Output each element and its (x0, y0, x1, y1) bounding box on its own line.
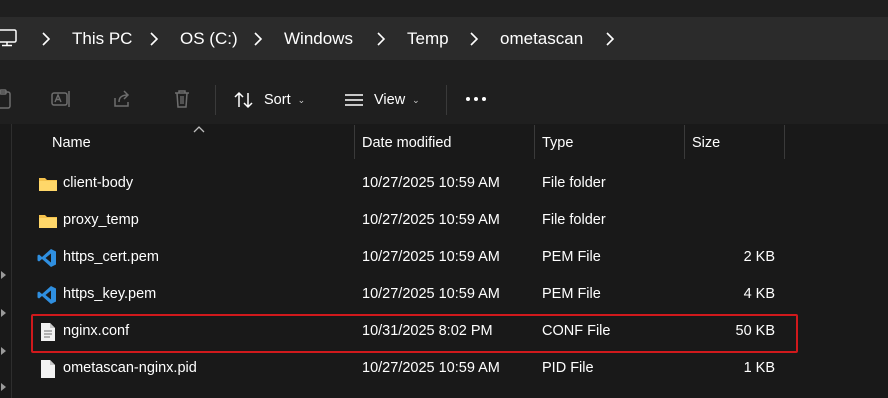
view-button[interactable]: View ⌄ (343, 86, 420, 114)
file-type: File folder (542, 212, 606, 228)
file-date: 10/27/2025 10:59 AM (362, 212, 500, 228)
column-name-header[interactable]: Name (52, 124, 91, 163)
this-pc-icon[interactable] (0, 28, 20, 48)
column-type-header[interactable]: Type (542, 124, 573, 163)
view-icon (345, 94, 363, 106)
list-item[interactable]: proxy_temp 10/27/2025 10:59 AM File fold… (30, 202, 800, 239)
breadcrumb-item-windows[interactable]: Windows (284, 17, 353, 60)
file-type: PEM File (542, 249, 601, 265)
column-divider[interactable] (534, 125, 535, 159)
toolbar-divider (215, 85, 216, 115)
file-date: 10/27/2025 10:59 AM (362, 286, 500, 302)
pin-icon (1, 309, 6, 317)
file-date: 10/27/2025 10:59 AM (362, 249, 500, 265)
rename-icon[interactable] (50, 88, 72, 110)
column-divider[interactable] (784, 125, 785, 159)
breadcrumb-item-os-c[interactable]: OS (C:) (180, 17, 238, 60)
file-type: PEM File (542, 286, 601, 302)
column-divider[interactable] (684, 125, 685, 159)
sort-button[interactable]: Sort ⌄ (233, 86, 305, 114)
chevron-down-icon: ⌄ (297, 94, 306, 105)
chevron-right-icon[interactable] (605, 31, 615, 47)
file-date: 10/27/2025 10:59 AM (362, 360, 500, 376)
pin-icon (1, 347, 6, 355)
file-name: https_key.pem (63, 286, 157, 302)
chevron-down-icon: ⌄ (412, 94, 420, 105)
sort-icon (234, 91, 253, 109)
navigation-pane-edge[interactable] (0, 124, 12, 398)
folder-icon (39, 215, 57, 228)
breadcrumb[interactable]: This PC OS (C:) Windows Temp ometascan (0, 17, 888, 60)
chevron-right-icon[interactable] (253, 31, 263, 47)
file-name: proxy_temp (63, 212, 139, 228)
file-date: 10/27/2025 10:59 AM (362, 175, 500, 191)
file-name: https_cert.pem (63, 249, 159, 265)
breadcrumb-item-temp[interactable]: Temp (407, 17, 449, 60)
more-icon[interactable] (464, 94, 488, 104)
column-divider[interactable] (354, 125, 355, 159)
file-name: ometascan-nginx.pid (63, 360, 197, 376)
breadcrumb-item-ometascan[interactable]: ometascan (500, 17, 583, 60)
column-date-header[interactable]: Date modified (362, 124, 451, 163)
folder-icon (39, 178, 57, 191)
blank-file-icon (41, 360, 55, 378)
file-type: File folder (542, 175, 606, 191)
pin-icon (1, 271, 6, 279)
command-bar: Sort ⌄ View ⌄ (0, 76, 888, 124)
pin-icon (1, 383, 6, 391)
address-bar-area: This PC OS (C:) Windows Temp ometascan (0, 0, 888, 76)
delete-icon[interactable] (171, 88, 193, 110)
list-item[interactable]: client-body 10/27/2025 10:59 AM File fol… (30, 165, 800, 202)
chevron-right-icon[interactable] (41, 31, 51, 47)
view-label: View (374, 92, 406, 108)
file-name: client-body (63, 175, 134, 191)
column-size-header[interactable]: Size (692, 124, 720, 163)
chevron-right-icon[interactable] (149, 31, 159, 47)
paste-icon[interactable] (0, 88, 14, 110)
toolbar-divider (446, 85, 447, 115)
file-type: PID File (542, 360, 594, 376)
vscode-file-icon (37, 249, 56, 267)
file-size: 1 KB (743, 360, 775, 376)
file-size: 4 KB (743, 286, 775, 302)
breadcrumb-item-this-pc[interactable]: This PC (72, 17, 132, 60)
column-header: Name Date modified Type Size (12, 124, 888, 163)
list-item[interactable]: https_key.pem 10/27/2025 10:59 AM PEM Fi… (30, 276, 800, 313)
sort-label: Sort (264, 92, 291, 108)
vscode-file-icon (37, 286, 56, 304)
share-icon[interactable] (111, 88, 133, 110)
file-size: 2 KB (743, 249, 775, 265)
list-item[interactable]: https_cert.pem 10/27/2025 10:59 AM PEM F… (30, 239, 800, 276)
chevron-right-icon[interactable] (376, 31, 386, 47)
highlight-box (31, 314, 798, 353)
chevron-right-icon[interactable] (469, 31, 479, 47)
list-item[interactable]: ometascan-nginx.pid 10/27/2025 10:59 AM … (30, 350, 800, 387)
